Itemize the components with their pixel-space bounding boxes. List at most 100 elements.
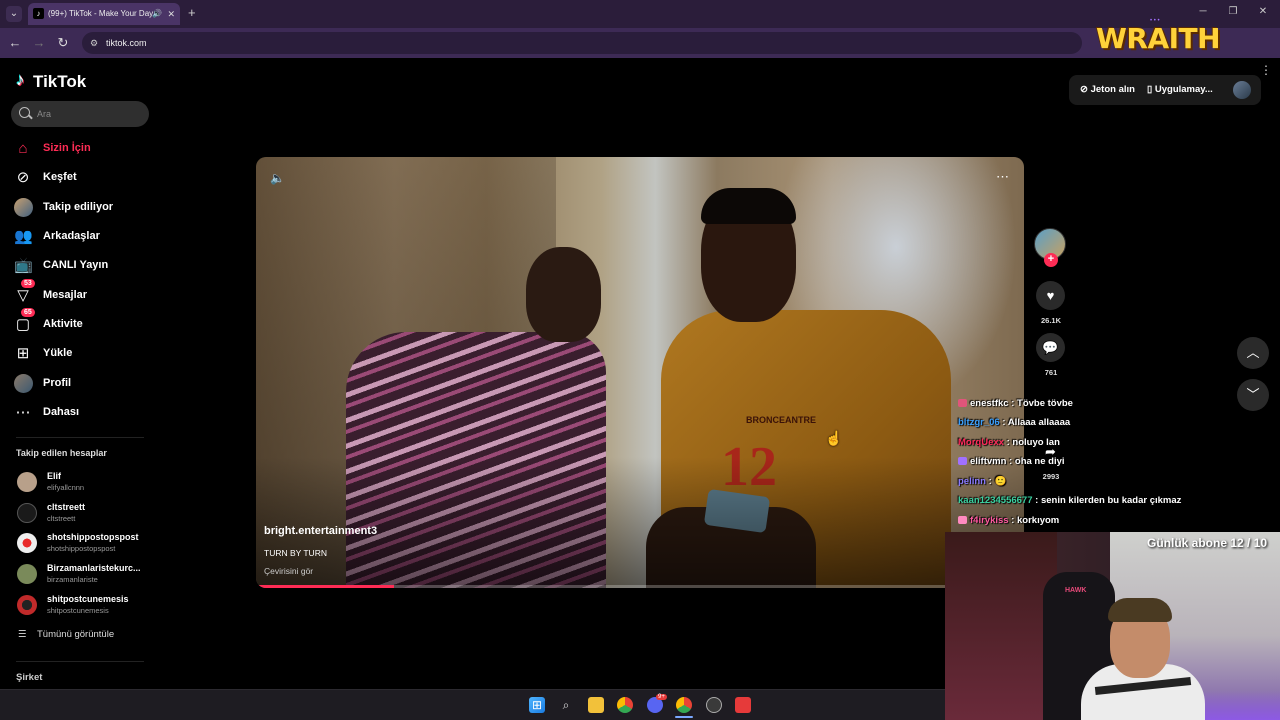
tab-title: (99+) TikTok - Make Your Day bbox=[48, 9, 154, 18]
avatar bbox=[17, 533, 37, 553]
account-name: shotshippostopspost bbox=[47, 532, 139, 542]
get-coins-label: Jeton alın bbox=[1090, 84, 1135, 95]
site-info-icon[interactable]: ⚙ bbox=[90, 32, 98, 54]
chat-badge-icon bbox=[958, 516, 967, 524]
nav-item-explore[interactable]: ⊘ Keşfet bbox=[14, 167, 154, 189]
comment-icon: 💬 bbox=[1042, 340, 1059, 355]
followed-account[interactable]: shotshippostopspost shotshippostopspost bbox=[16, 530, 156, 556]
search-box[interactable] bbox=[11, 101, 149, 127]
chat-user: bltzgr_06 bbox=[958, 417, 1000, 428]
followed-account[interactable]: Elif elifyallcnnn bbox=[16, 469, 156, 495]
message-icon: ▽ bbox=[17, 287, 29, 304]
new-tab-button[interactable]: + bbox=[188, 5, 196, 20]
browser-tab[interactable]: ♪ (99+) TikTok - Make Your Day 🔊 ✕ bbox=[28, 3, 180, 25]
browser-menu-icon[interactable]: ⋮ bbox=[1260, 63, 1272, 77]
windows-start-icon[interactable]: ⊞ bbox=[529, 697, 545, 713]
minimize-icon[interactable]: ─ bbox=[1196, 6, 1210, 17]
chrome-icon[interactable] bbox=[617, 697, 633, 713]
avatar bbox=[17, 503, 37, 523]
see-translation-link[interactable]: Çevirisini gör bbox=[264, 566, 313, 576]
chat-user: pelinn bbox=[958, 476, 986, 487]
next-video-button[interactable]: ﹀ bbox=[1237, 379, 1269, 411]
jersey-text: BRONCEANTRE bbox=[746, 415, 817, 425]
heart-icon: ♥ bbox=[1046, 288, 1055, 303]
nav-item-more[interactable]: ⋯ Dahası bbox=[14, 402, 154, 424]
sub-goal-counter: Günlük abone 12 / 10 bbox=[1147, 536, 1268, 550]
streamer-hair bbox=[1108, 598, 1172, 622]
search-input[interactable] bbox=[37, 107, 137, 121]
followed-account[interactable]: cltstreett cltstreett bbox=[16, 500, 156, 526]
tiktok-logo[interactable]: TikTok bbox=[16, 70, 86, 92]
chat-text: oha ne diyi bbox=[1014, 456, 1065, 467]
stream-overlay-logo: WRAITH bbox=[1096, 22, 1221, 55]
followed-account[interactable]: shitpostcunemesis shitpostcunemesis bbox=[16, 592, 156, 618]
nav-item-following[interactable]: Takip ediliyor bbox=[14, 197, 154, 219]
nav-label: Arkadaşlar bbox=[43, 230, 100, 242]
nav-item-profile[interactable]: Profil bbox=[14, 373, 154, 395]
avatar bbox=[14, 198, 33, 217]
video-progress-bar[interactable] bbox=[256, 585, 1024, 588]
nav-item-for-you[interactable]: ⌂ Sizin İçin bbox=[14, 138, 154, 160]
app-icon[interactable] bbox=[706, 697, 722, 713]
upload-icon: ⊞ bbox=[16, 345, 30, 362]
chat-text: senin kilerden bu kadar çıkmaz bbox=[1040, 495, 1182, 506]
chair-logo: HAWK bbox=[1065, 587, 1087, 594]
messages-badge: 53 bbox=[21, 279, 35, 288]
volume-icon[interactable]: 🔈 bbox=[270, 171, 285, 185]
speaker-icon[interactable]: 🔊 bbox=[152, 3, 162, 25]
nav-item-messages[interactable]: ▽ 53 Mesajlar bbox=[14, 279, 154, 307]
file-explorer-icon[interactable] bbox=[588, 697, 604, 713]
tiktok-favicon-icon: ♪ bbox=[33, 8, 44, 19]
address-bar: ← → ↻ ⚙ tiktok.com ⋮ bbox=[0, 28, 1280, 77]
taskbar-search-icon[interactable]: ⌕ bbox=[558, 697, 574, 713]
url-field[interactable]: ⚙ tiktok.com bbox=[82, 32, 1082, 54]
back-icon[interactable]: ← bbox=[7, 35, 23, 50]
nav-label: Keşfet bbox=[43, 171, 77, 183]
video-author[interactable]: bright.entertainment3 bbox=[264, 525, 377, 537]
chat-user: kaan1234556677 bbox=[958, 495, 1033, 506]
emote-icon: 🙂 bbox=[994, 476, 1007, 487]
nav-item-live[interactable]: 📺 CANLI Yayın bbox=[14, 255, 154, 277]
activity-badge: 65 bbox=[21, 308, 35, 317]
more-options-icon[interactable]: ⋯ bbox=[996, 169, 1010, 185]
nav-item-upload[interactable]: ⊞ Yükle bbox=[14, 343, 154, 365]
nav-item-friends[interactable]: 👥 Arkadaşlar bbox=[14, 226, 154, 248]
nav-label: Mesajlar bbox=[43, 289, 88, 301]
account-name: Elif bbox=[47, 471, 62, 481]
window-close-icon[interactable]: ✕ bbox=[1256, 6, 1270, 17]
followed-account[interactable]: Birzamanlaristekurc... birzamanlariste bbox=[16, 561, 156, 587]
account-handle: birzamanlariste bbox=[47, 575, 98, 584]
get-app-button[interactable]: ▯ Uygulamay... bbox=[1147, 79, 1213, 101]
tab-search-button[interactable]: ⌄ bbox=[6, 6, 22, 22]
list-icon: ☰ bbox=[18, 629, 27, 640]
nav-label: Dahası bbox=[43, 406, 80, 418]
nav-label: Aktivite bbox=[43, 318, 83, 330]
app-icon[interactable] bbox=[735, 697, 751, 713]
account-name: cltstreett bbox=[47, 502, 86, 512]
share-count: 2993 bbox=[1042, 472, 1060, 481]
chat-message: bltzgr_06 : Allaaa allaaaa bbox=[958, 417, 1071, 428]
chat-user: eliftvmn bbox=[970, 456, 1007, 467]
like-count: 26.1K bbox=[1040, 316, 1061, 325]
company-link[interactable]: Şirket bbox=[16, 672, 42, 683]
tab-close-icon[interactable]: ✕ bbox=[167, 3, 175, 25]
see-all-following-link[interactable]: ☰ Tümünü görüntüle bbox=[18, 629, 114, 640]
follow-plus-icon[interactable]: + bbox=[1044, 253, 1058, 267]
browser-tabbar: ⌄ ♪ (99+) TikTok - Make Your Day 🔊 ✕ + ─… bbox=[0, 0, 1280, 28]
profile-avatar[interactable] bbox=[1233, 81, 1251, 99]
restore-icon[interactable]: ❐ bbox=[1226, 6, 1240, 17]
chat-user: f4irykiss bbox=[970, 515, 1009, 526]
chrome-profile-icon[interactable] bbox=[676, 697, 692, 713]
like-button[interactable]: ♥ bbox=[1036, 281, 1065, 310]
comment-button[interactable]: 💬 bbox=[1036, 333, 1065, 362]
reload-icon[interactable]: ↻ bbox=[55, 35, 71, 51]
get-coins-button[interactable]: ⊘ Jeton alın bbox=[1080, 79, 1135, 101]
nav-item-activity[interactable]: ▢ 65 Aktivite bbox=[14, 308, 154, 336]
video-player[interactable]: BRONCEANTRE 12 🔈 ⋯ bright.entertainment3… bbox=[256, 157, 1024, 588]
chevron-down-icon: ﹀ bbox=[1246, 387, 1260, 402]
nav-label: CANLI Yayın bbox=[43, 259, 109, 271]
forward-icon[interactable]: → bbox=[31, 35, 47, 50]
chat-badge-icon bbox=[958, 399, 967, 407]
previous-video-button[interactable]: ︿ bbox=[1237, 337, 1269, 369]
activity-icon: ▢ bbox=[15, 316, 31, 333]
